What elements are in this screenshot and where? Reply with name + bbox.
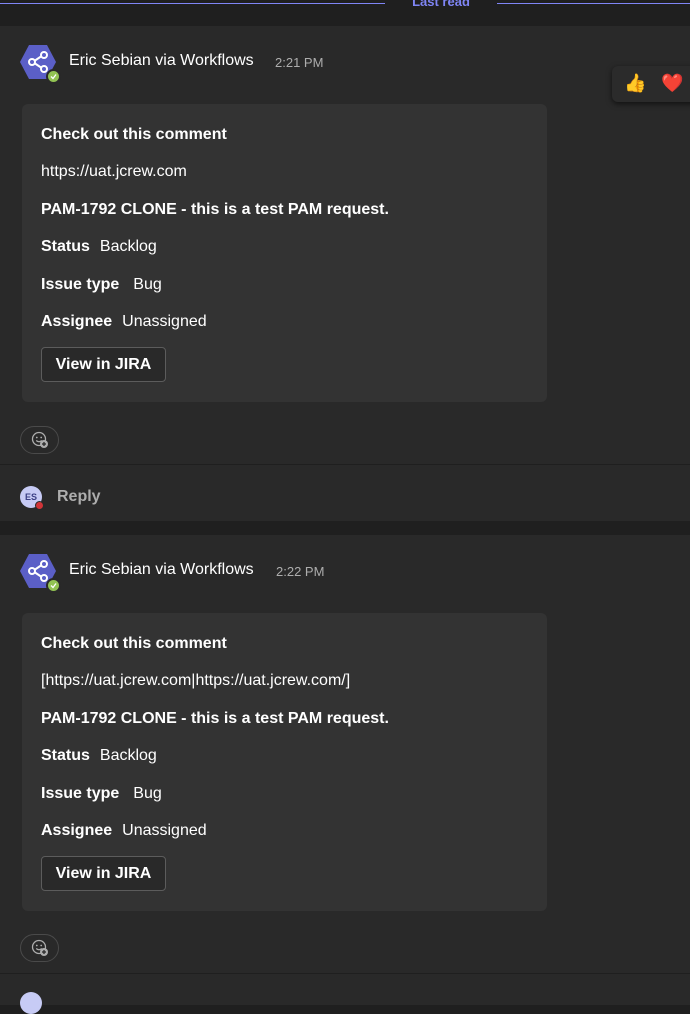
divider-line-left [0,3,385,4]
reply-row[interactable]: ES Reply [0,465,690,521]
adaptive-card: Check out this comment https://uat.jcrew… [22,104,547,402]
fact-assignee: Assignee Unassigned [41,313,207,331]
fact-label: Assignee [41,822,113,839]
add-reaction-button[interactable] [20,426,59,454]
last-read-divider: Last read [0,0,690,26]
card-summary: PAM-1792 CLONE - this is a test PAM requ… [41,201,389,218]
card-summary: PAM-1792 CLONE - this is a test PAM requ… [41,710,389,727]
reply-label[interactable]: Reply [57,488,101,506]
message-header: Eric Sebian via Workflows 2:22 PM [20,553,620,593]
reaction-bar: 👍 ❤️ [612,66,690,102]
card-title: Check out this comment [41,635,227,652]
card-link[interactable]: [https://uat.jcrew.com|https://uat.jcrew… [41,672,350,690]
emoji-add-icon [31,939,48,956]
fact-label: Status [41,238,90,255]
reply-divider [0,973,690,974]
fact-status: Status Backlog [41,747,157,765]
view-in-jira-button[interactable]: View in JIRA [41,856,166,891]
message-thread-1: Eric Sebian via Workflows 2:21 PM 👍 ❤️ C… [0,26,690,521]
fact-label: Issue type [41,276,120,293]
adaptive-card: Check out this comment [https://uat.jcre… [22,613,547,911]
heart-icon[interactable]: ❤️ [661,73,683,94]
fact-issue-type: Issue type Bug [41,276,162,294]
view-in-jira-button[interactable]: View in JIRA [41,347,166,382]
last-read-label: Last read [412,0,470,9]
fact-status: Status Backlog [41,238,157,256]
fact-label: Assignee [41,313,113,330]
fact-value: Bug [133,785,162,802]
thumbs-up-icon[interactable]: 👍 [624,73,646,94]
message-time: 2:21 PM [275,55,324,70]
message-time: 2:22 PM [276,564,325,579]
fact-label: Issue type [41,785,120,802]
presence-busy-icon [35,501,44,510]
fact-label: Status [41,747,90,764]
sender-name[interactable]: Eric Sebian via Workflows [69,561,254,579]
fact-value: Backlog [99,238,157,255]
avatar [20,992,42,1014]
fact-value: Unassigned [122,822,207,839]
add-reaction-button[interactable] [20,934,59,962]
card-title: Check out this comment [41,126,227,143]
message-thread-2: Eric Sebian via Workflows 2:22 PM Check … [0,535,690,1005]
fact-issue-type: Issue type Bug [41,785,162,803]
message-header: Eric Sebian via Workflows 2:21 PM [20,44,620,84]
emoji-add-icon [31,431,48,448]
sender-name[interactable]: Eric Sebian via Workflows [69,52,254,70]
fact-assignee: Assignee Unassigned [41,822,207,840]
presence-available-icon [46,69,61,84]
card-link[interactable]: https://uat.jcrew.com [41,163,187,181]
fact-value: Backlog [99,747,157,764]
divider-line-right [497,3,690,4]
presence-available-icon [46,578,61,593]
fact-value: Bug [133,276,162,293]
fact-value: Unassigned [122,313,207,330]
